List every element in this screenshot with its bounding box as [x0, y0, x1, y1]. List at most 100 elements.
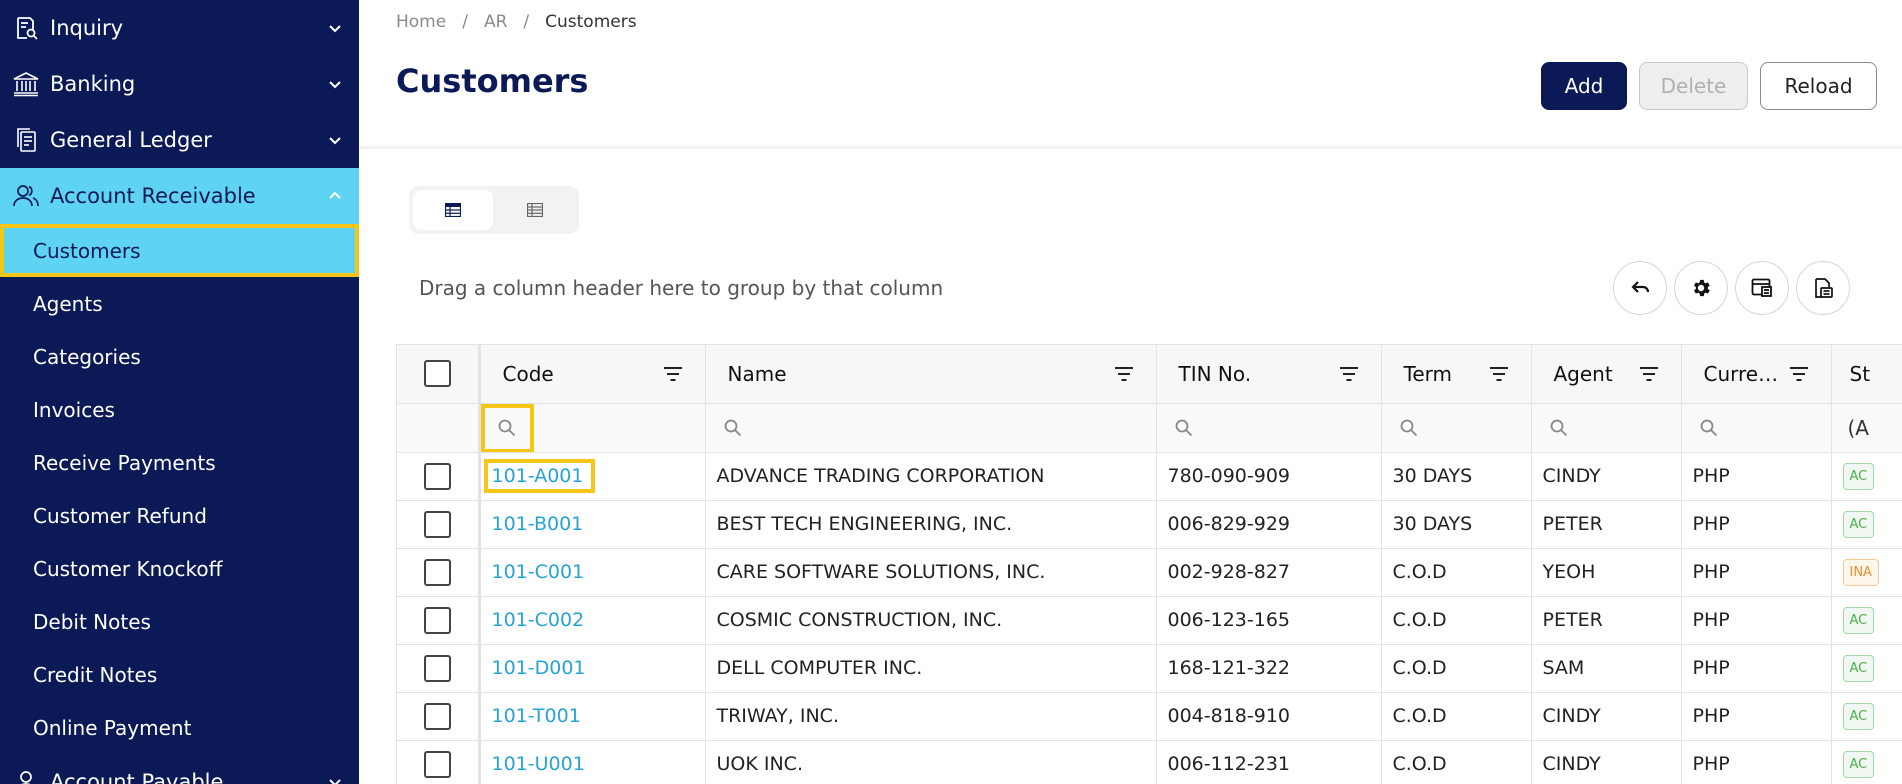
sidebar-item-categories[interactable]: Categories: [0, 330, 359, 383]
select-all-checkbox[interactable]: [423, 360, 451, 388]
sidebar-item-invoices[interactable]: Invoices: [0, 383, 359, 436]
sidebar-group-account-receivable[interactable]: Account Receivable: [0, 168, 359, 224]
row-checkbox[interactable]: [423, 558, 451, 586]
column-header-code[interactable]: Code: [479, 345, 706, 404]
filter-cell-status[interactable]: (A: [1831, 403, 1902, 453]
customer-code-link[interactable]: 101-C002: [492, 609, 585, 631]
column-header-tin[interactable]: TIN No.: [1156, 345, 1382, 404]
filter-cell-currency[interactable]: [1681, 403, 1832, 453]
settings-icon: [1694, 279, 1710, 297]
sidebar-item-credit-notes[interactable]: Credit Notes: [0, 648, 359, 701]
cell-currency: PHP: [1681, 692, 1832, 741]
filter-cell-term[interactable]: [1381, 403, 1532, 453]
column-header-status[interactable]: St: [1831, 345, 1902, 404]
column-header-name[interactable]: Name: [705, 345, 1157, 404]
breadcrumb-ar[interactable]: AR: [484, 12, 507, 32]
chevron-down-icon: [329, 779, 341, 784]
cell-agent: CINDY: [1531, 452, 1682, 501]
filter-cell-agent[interactable]: [1531, 403, 1682, 453]
main-content: Home / AR / Customers Customers Add Dele…: [359, 0, 1902, 784]
cell-name: TRIWAY, INC.: [705, 692, 1157, 741]
cell-name: DELL COMPUTER INC.: [705, 644, 1157, 693]
sidebar-item-customer-knockoff[interactable]: Customer Knockoff: [0, 542, 359, 595]
filter-icon[interactable]: [1339, 366, 1359, 382]
cell-status: AC: [1831, 692, 1902, 741]
table-row[interactable]: 101-C001 CARE SOFTWARE SOLUTIONS, INC. 0…: [397, 548, 1902, 597]
table-view-button[interactable]: [495, 190, 575, 230]
sidebar-item-customer-refund[interactable]: Customer Refund: [0, 489, 359, 542]
filter-cell-code[interactable]: [479, 403, 706, 453]
row-checkbox[interactable]: [423, 606, 451, 634]
table-row[interactable]: 101-U001 UOK INC. 006-112-231 C.O.D CIND…: [397, 740, 1902, 784]
cell-status: AC: [1831, 596, 1902, 645]
page-title: Customers: [396, 62, 589, 100]
filter-icon[interactable]: [1789, 366, 1809, 382]
customer-code-link[interactable]: 101-B001: [492, 513, 584, 535]
column-header-currency[interactable]: Curre…: [1681, 345, 1832, 404]
sidebar-item-customers[interactable]: Customers: [0, 224, 359, 277]
cell-code: 101-A001: [479, 452, 706, 501]
sidebar-group-general-ledger[interactable]: General Ledger: [0, 112, 359, 168]
row-checkbox[interactable]: [423, 654, 451, 682]
search-icon: [1400, 419, 1417, 436]
cell-currency: PHP: [1681, 500, 1832, 549]
sidebar-item-debit-notes[interactable]: Debit Notes: [0, 595, 359, 648]
sidebar-item-label: Agents: [33, 291, 103, 316]
table-row[interactable]: 101-D001 DELL COMPUTER INC. 168-121-322 …: [397, 644, 1902, 693]
cell-name: ADVANCE TRADING CORPORATION: [705, 452, 1157, 501]
row-select-cell: [397, 740, 481, 784]
column-header-label: Term: [1403, 361, 1452, 386]
customer-code-link[interactable]: 101-T001: [492, 705, 581, 727]
chevron-down-icon: [329, 137, 341, 145]
filter-icon[interactable]: [663, 366, 683, 382]
column-header-agent[interactable]: Agent: [1531, 345, 1682, 404]
table-row[interactable]: 101-C002 COSMIC CONSTRUCTION, INC. 006-1…: [397, 596, 1902, 645]
filter-cell-name[interactable]: [705, 403, 1157, 453]
undo-button[interactable]: [1613, 261, 1667, 315]
cell-currency: PHP: [1681, 596, 1832, 645]
filter-icon[interactable]: [1114, 366, 1134, 382]
status-filter-value: (A: [1847, 415, 1869, 440]
cell-term: 30 DAYS: [1381, 452, 1532, 501]
add-button[interactable]: Add: [1541, 62, 1627, 110]
row-checkbox[interactable]: [423, 750, 451, 778]
breadcrumb-separator: /: [523, 12, 530, 32]
customer-code-link[interactable]: 101-A001: [492, 465, 584, 487]
cell-name: BEST TECH ENGINEERING, INC.: [705, 500, 1157, 549]
row-checkbox[interactable]: [423, 462, 451, 490]
customer-code-link[interactable]: 101-C001: [492, 561, 585, 583]
undo-icon: [1631, 281, 1650, 293]
reload-button[interactable]: Reload: [1760, 62, 1877, 110]
column-chooser-button[interactable]: [1735, 261, 1789, 315]
sidebar-group-inquiry[interactable]: Inquiry: [0, 0, 359, 56]
table-row[interactable]: 101-A001 ADVANCE TRADING CORPORATION 780…: [397, 452, 1902, 501]
code-highlight[interactable]: 101-A001: [483, 459, 596, 493]
filter-cell-tin[interactable]: [1156, 403, 1382, 453]
sidebar-group-label: Account Payable: [50, 770, 224, 784]
filter-icon[interactable]: [1489, 366, 1509, 382]
table-row[interactable]: 101-B001 BEST TECH ENGINEERING, INC. 006…: [397, 500, 1902, 549]
table-row[interactable]: 101-T001 TRIWAY, INC. 004-818-910 C.O.D …: [397, 692, 1902, 741]
cell-term: C.O.D: [1381, 740, 1532, 784]
delete-button[interactable]: Delete: [1639, 62, 1748, 110]
cell-currency: PHP: [1681, 740, 1832, 784]
export-button[interactable]: [1796, 261, 1850, 315]
sidebar-item-agents[interactable]: Agents: [0, 277, 359, 330]
sidebar-group-label: General Ledger: [50, 128, 212, 152]
settings-button[interactable]: [1674, 261, 1728, 315]
row-checkbox[interactable]: [423, 702, 451, 730]
sidebar-item-label: Invoices: [33, 397, 115, 422]
sidebar-item-receive-payments[interactable]: Receive Payments: [0, 436, 359, 489]
customer-code-link[interactable]: 101-U001: [492, 753, 585, 775]
breadcrumb-home[interactable]: Home: [396, 12, 446, 32]
sidebar-group-account-payable[interactable]: Account Payable: [0, 754, 359, 784]
list-view-button[interactable]: [413, 190, 493, 230]
cell-code: 101-U001: [479, 740, 706, 784]
filter-icon[interactable]: [1639, 366, 1659, 382]
sidebar-group-banking[interactable]: Banking: [0, 56, 359, 112]
sidebar-item-online-payment[interactable]: Online Payment: [0, 701, 359, 754]
row-checkbox[interactable]: [423, 510, 451, 538]
column-header-term[interactable]: Term: [1381, 345, 1532, 404]
cell-status: AC: [1831, 644, 1902, 693]
customer-code-link[interactable]: 101-D001: [492, 657, 586, 679]
